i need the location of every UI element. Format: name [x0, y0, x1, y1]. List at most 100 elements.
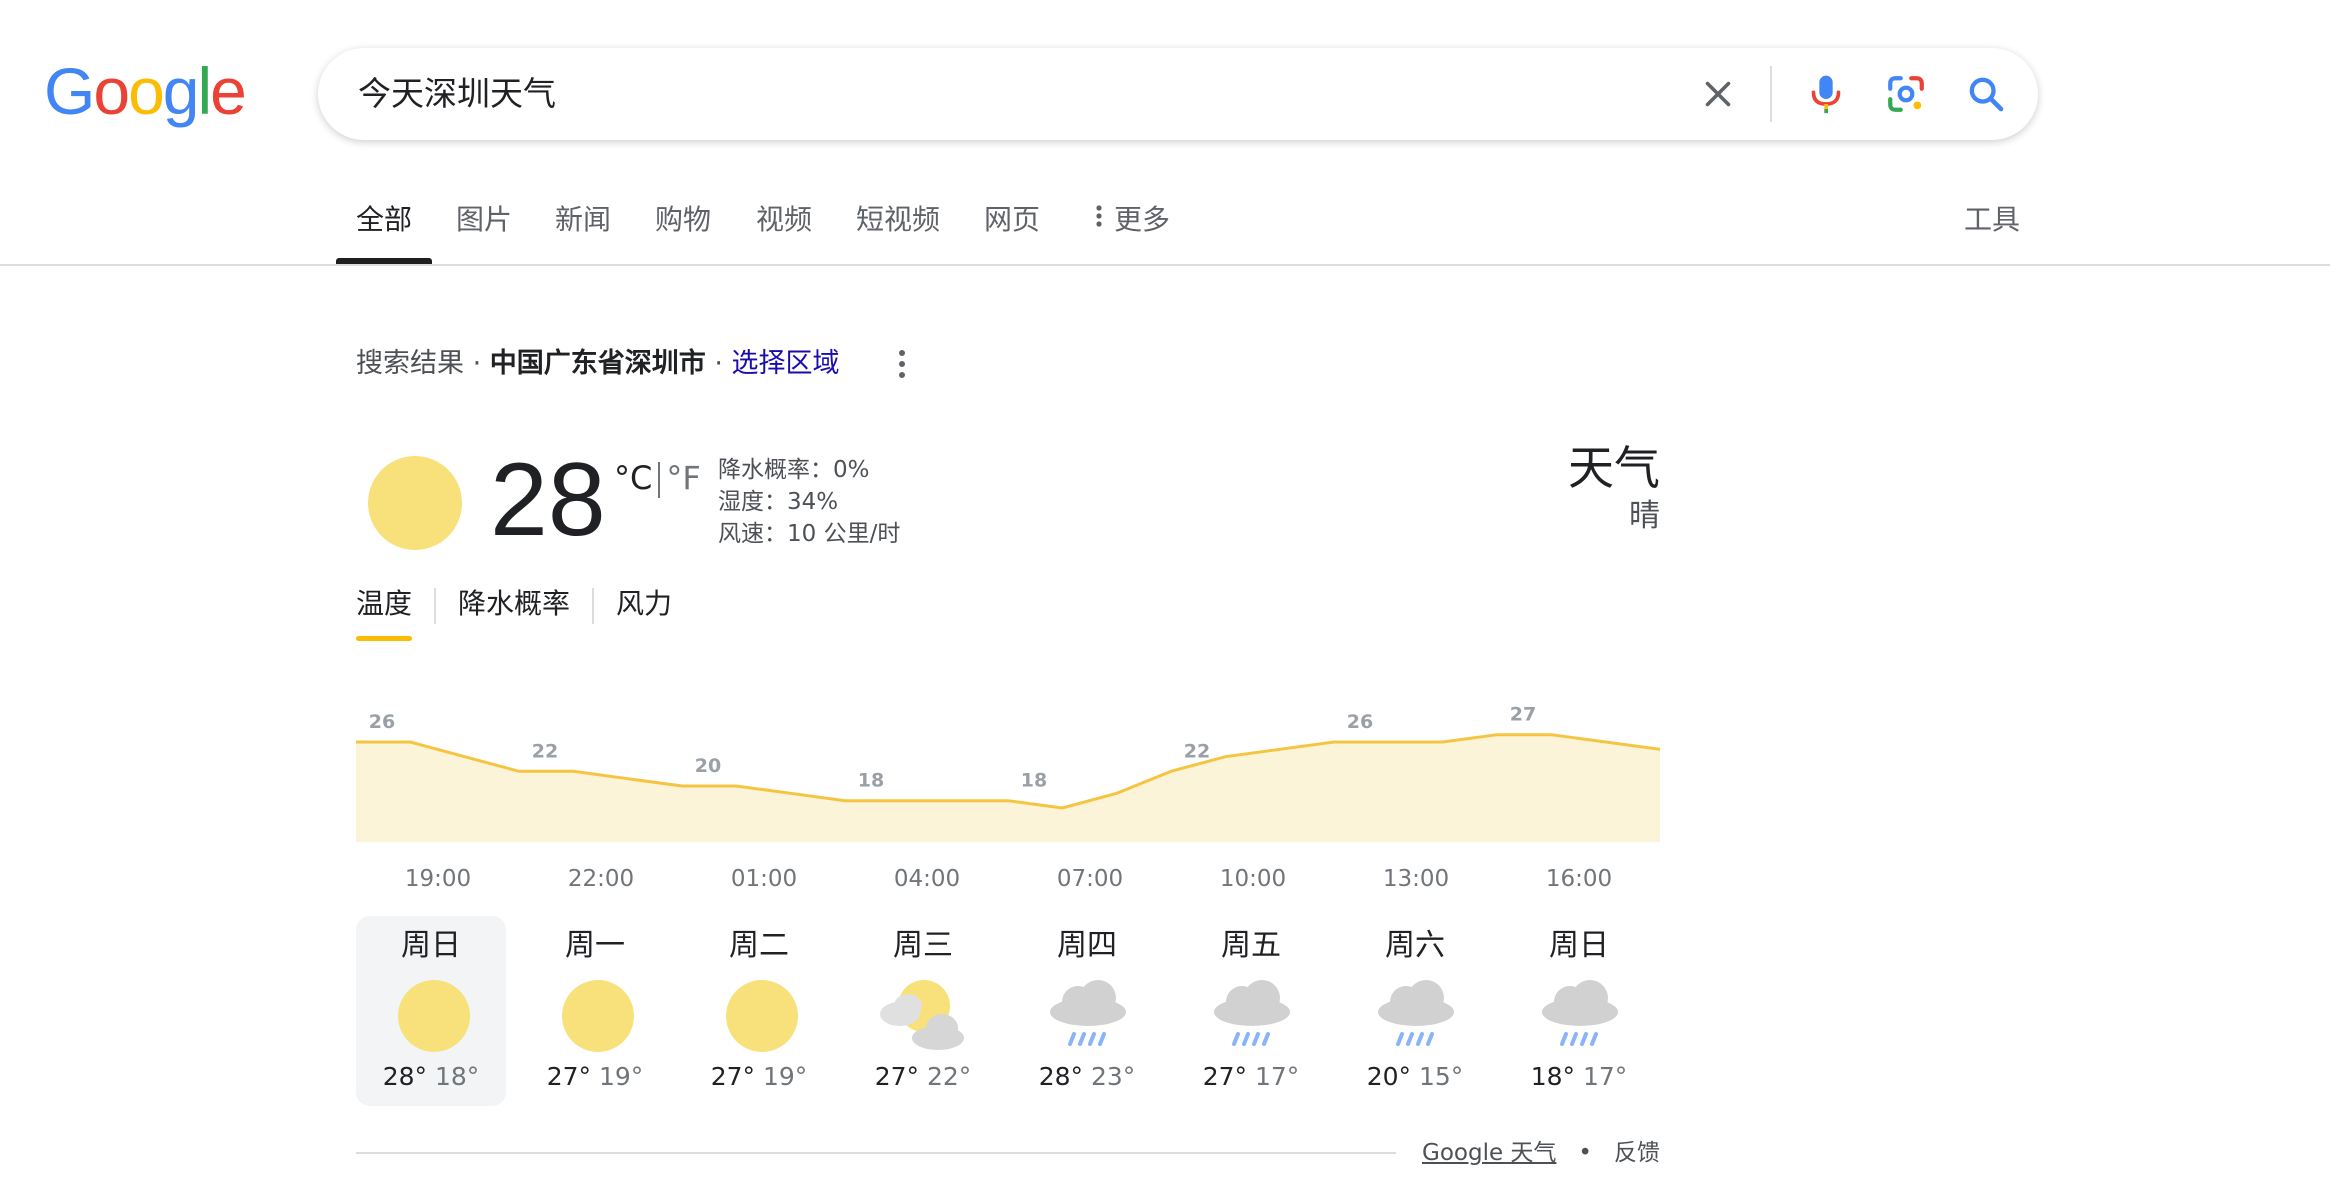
weather-condition: 晴 [1629, 498, 1660, 534]
tools-button[interactable]: 工具 [1964, 200, 2020, 240]
forecast-low: 19° [599, 1062, 644, 1091]
forecast-low: 23° [1091, 1062, 1136, 1091]
forecast-high: 27° [546, 1062, 591, 1091]
humidity: 湿度：34% [718, 489, 839, 515]
tab-all[interactable]: 全部 [356, 200, 412, 240]
meta-prefix: 搜索结果 · [356, 348, 490, 379]
forecast-high: 18° [1530, 1062, 1575, 1091]
forecast-low: 18° [435, 1062, 480, 1091]
forecast-day[interactable]: 周二 27° 19° [684, 916, 834, 1106]
logo-letter: e [210, 54, 247, 128]
subtab-divider [434, 588, 436, 624]
forecast-day[interactable]: 周四 28° 23° [1012, 916, 1162, 1106]
sun-icon [368, 456, 462, 550]
feedback-link[interactable]: 反馈 [1614, 1140, 1660, 1166]
tab-short-videos[interactable]: 短视频 [856, 200, 940, 240]
forecast-day-name: 周六 [1385, 928, 1445, 963]
wind-speed: 风速：10 公里/时 [718, 521, 901, 547]
meta-separator: · [705, 348, 732, 379]
forecast-temps: 27° 19° [520, 1060, 670, 1094]
choose-region-link[interactable]: 选择区域 [732, 348, 840, 379]
forecast-day[interactable]: 周五 27° 17° [1176, 916, 1326, 1106]
search-tabs: 全部 图片 新闻 购物 视频 短视频 网页 更多 工具 [0, 180, 2330, 266]
forecast-day-name: 周一 [565, 928, 625, 963]
tab-videos[interactable]: 视频 [756, 200, 812, 240]
forecast-temps: 28° 23° [1012, 1060, 1162, 1094]
time-tick-label: 22:00 [567, 866, 635, 892]
forecast-day[interactable]: 周一 27° 19° [520, 916, 670, 1106]
forecast-day[interactable]: 周日 28° 18° [356, 916, 506, 1106]
weather-details: 降水概率：0% 湿度：34% 风速：10 公里/时 [718, 454, 900, 550]
camera-lens-icon[interactable] [1878, 66, 1934, 122]
forecast-day[interactable]: 周六 20° 15° [1340, 916, 1490, 1106]
tab-news[interactable]: 新闻 [555, 200, 611, 240]
google-weather-link[interactable]: Google 天气 [1422, 1140, 1556, 1166]
forecast-temps: 20° 15° [1340, 1060, 1490, 1094]
unit-celsius[interactable]: °C [614, 459, 652, 497]
time-tick-label: 04:00 [893, 866, 961, 892]
current-temperature: 28 [490, 442, 606, 558]
forecast-low: 15° [1419, 1062, 1464, 1091]
forecast-day-name: 周五 [1221, 928, 1281, 963]
forecast-temps: 27° 19° [684, 1060, 834, 1094]
logo-letter: o [128, 54, 165, 128]
tab-web[interactable]: 网页 [984, 200, 1040, 240]
search-results-page: Google 今天深圳天气 全部 图片 新闻 购物 视频 短视频 网页 更多 工… [0, 0, 2330, 1198]
search-input[interactable]: 今天深圳天气 [358, 74, 556, 114]
footer-dot: • [1578, 1140, 1592, 1166]
time-tick-label: 13:00 [1382, 866, 1450, 892]
unit-fahrenheit[interactable]: °F [666, 459, 700, 497]
forecast-high: 28° [382, 1062, 427, 1091]
logo-letter: l [197, 54, 213, 128]
time-tick-label: 07:00 [1056, 866, 1124, 892]
forecast-temps: 27° 17° [1176, 1060, 1326, 1094]
time-tick-label: 19:00 [404, 866, 472, 892]
logo-letter: g [162, 54, 200, 128]
forecast-day-name: 周日 [401, 928, 461, 963]
temperature-data-label: 20 [695, 755, 721, 777]
microphone-icon[interactable] [1798, 66, 1854, 122]
subtab-temperature[interactable]: 温度 [356, 584, 412, 624]
chart-time-axis: 19:00 22:00 01:00 04:00 07:00 10:00 13:00 16:00 [356, 862, 1660, 902]
daily-forecast: 周日 28° 18° 周一 27° 19° 周二 27° 19° 周三 27° 22° 周四 28° 23°… [356, 916, 1660, 1106]
forecast-high: 27° [1202, 1062, 1247, 1091]
unit-switch: °C °F [614, 458, 701, 498]
active-tab-indicator [336, 258, 432, 264]
weather-title: 天气 [1568, 441, 1660, 495]
sun-icon [558, 976, 638, 1056]
forecast-day-name: 周二 [729, 928, 789, 963]
forecast-high: 27° [710, 1062, 755, 1091]
close-icon[interactable] [1690, 66, 1746, 122]
rain-cloud-icon [1532, 976, 1628, 1056]
time-tick-label: 10:00 [1219, 866, 1287, 892]
temperature-data-label: 26 [1347, 711, 1373, 733]
rain-cloud-icon [1040, 976, 1136, 1056]
tab-more[interactable]: 更多 [1094, 200, 1170, 241]
weather-footer: Google 天气 • 反馈 [1422, 1136, 1660, 1170]
more-options-icon[interactable] [890, 346, 914, 382]
google-logo[interactable]: Google [44, 54, 247, 128]
temperature-data-label: 27 [1510, 704, 1536, 726]
forecast-low: 22° [927, 1062, 972, 1091]
subtab-precipitation[interactable]: 降水概率 [458, 584, 570, 624]
temperature-data-label: 18 [858, 770, 884, 792]
tab-shopping[interactable]: 购物 [655, 200, 711, 240]
logo-letter: o [93, 54, 130, 128]
search-box[interactable]: 今天深圳天气 [318, 48, 2038, 140]
subtab-wind[interactable]: 风力 [616, 584, 672, 624]
forecast-day-name: 周四 [1057, 928, 1117, 963]
temperature-data-label: 26 [369, 711, 395, 733]
unit-separator [658, 462, 661, 498]
search-icon[interactable] [1958, 66, 2014, 122]
temperature-chart-svg: 26 22 20 18 18 22 26 27 [356, 704, 1660, 842]
temperature-data-label: 18 [1021, 770, 1047, 792]
tab-images[interactable]: 图片 [456, 200, 512, 240]
forecast-day[interactable]: 周三 27° 22° [848, 916, 998, 1106]
active-subtab-indicator [356, 636, 412, 641]
forecast-high: 20° [1366, 1062, 1411, 1091]
logo-letter: G [44, 54, 95, 128]
precipitation-probability: 降水概率：0% [718, 457, 870, 483]
subtab-divider [592, 588, 594, 624]
forecast-temps: 27° 22° [848, 1060, 998, 1094]
forecast-day[interactable]: 周日 18° 17° [1504, 916, 1654, 1106]
